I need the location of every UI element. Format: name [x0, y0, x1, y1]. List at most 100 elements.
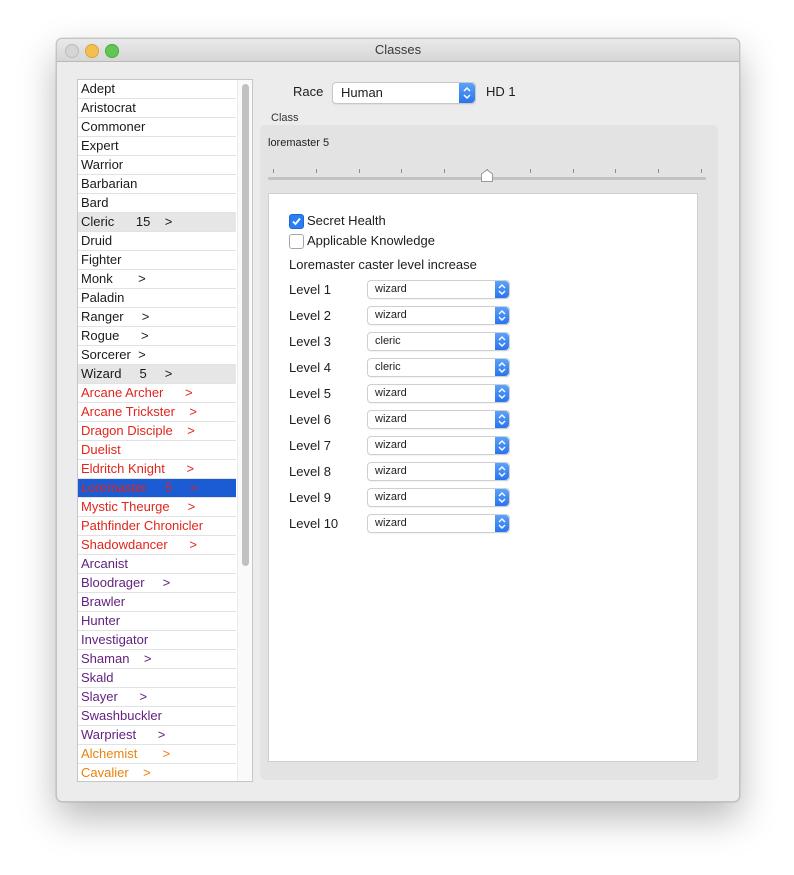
window-title: Classes	[374, 42, 422, 57]
class-list-item[interactable]: Monk >	[78, 270, 236, 289]
level-class-select[interactable]: wizard	[367, 280, 510, 299]
class-list-item[interactable]: Hunter	[78, 612, 236, 631]
level-label: Level 7	[289, 438, 331, 453]
level-class-select[interactable]: wizard	[367, 488, 510, 507]
class-list-item[interactable]: Arcanist	[78, 555, 236, 574]
level-class-select-value: wizard	[375, 387, 407, 399]
slider-tick	[615, 169, 617, 173]
level-class-select[interactable]: cleric	[367, 358, 510, 377]
level-class-select-value: wizard	[375, 309, 407, 321]
class-list-item[interactable]: Shaman >	[78, 650, 236, 669]
level-label: Level 9	[289, 490, 331, 505]
class-options-panel: Secret Health Applicable Knowledge Lorema…	[268, 193, 698, 762]
updown-chevron-icon	[495, 333, 509, 350]
class-list-item[interactable]: Arcane Archer >	[78, 384, 236, 403]
level-class-select-value: wizard	[375, 517, 407, 529]
level-label: Level 6	[289, 412, 331, 427]
updown-chevron-icon	[495, 515, 509, 532]
class-list-item[interactable]: Fighter	[78, 251, 236, 270]
class-list-item[interactable]: Paladin	[78, 289, 236, 308]
level-class-select-value: wizard	[375, 283, 407, 295]
updown-chevron-icon	[459, 83, 475, 103]
checkbox-label[interactable]: Secret Health	[307, 213, 386, 228]
class-list-item[interactable]: Pathfinder Chronicler	[78, 517, 236, 536]
class-list-item[interactable]: Expert	[78, 137, 236, 156]
checkbox-unchecked[interactable]	[289, 234, 304, 249]
class-list-item[interactable]: Wizard 5 >	[78, 365, 236, 384]
caster-level-title: Loremaster caster level increase	[289, 257, 477, 272]
class-list-item[interactable]: Dragon Disciple >	[78, 422, 236, 441]
hit-dice-label: HD 1	[486, 84, 516, 99]
class-list-item[interactable]: Slayer >	[78, 688, 236, 707]
class-list-item[interactable]: Commoner	[78, 118, 236, 137]
level-class-select-value: cleric	[375, 335, 401, 347]
title-bar[interactable]: Classes	[57, 39, 739, 62]
level-class-select[interactable]: wizard	[367, 514, 510, 533]
updown-chevron-icon	[495, 281, 509, 298]
class-list-item[interactable]: Swashbuckler	[78, 707, 236, 726]
class-group-box: loremaster 5 Secret Health Applicable Kno…	[260, 125, 718, 780]
class-list-item[interactable]: Mystic Theurge >	[78, 498, 236, 517]
level-label: Level 1	[289, 282, 331, 297]
updown-chevron-icon	[495, 437, 509, 454]
updown-chevron-icon	[495, 463, 509, 480]
level-label: Level 10	[289, 516, 339, 531]
scrollbar-thumb[interactable]	[242, 84, 249, 566]
race-select-value: Human	[341, 85, 383, 100]
class-list-item[interactable]: Barbarian	[78, 175, 236, 194]
updown-chevron-icon	[495, 307, 509, 324]
classes-window: Classes Adept Aristocrat Commoner Expert War…	[56, 38, 740, 802]
level-class-select[interactable]: wizard	[367, 462, 510, 481]
class-list-item[interactable]: Arcane Trickster >	[78, 403, 236, 422]
race-select[interactable]: Human	[332, 82, 476, 104]
updown-chevron-icon	[495, 411, 509, 428]
class-list-item[interactable]: Warrior	[78, 156, 236, 175]
class-list-item[interactable]: Shadowdancer >	[78, 536, 236, 555]
class-list-item[interactable]: Bloodrager >	[78, 574, 236, 593]
class-list-item[interactable]: Adept	[78, 80, 236, 99]
level-class-select[interactable]: wizard	[367, 436, 510, 455]
slider-tick	[701, 169, 702, 173]
class-list-item[interactable]: Skald	[78, 669, 236, 688]
class-list-item[interactable]: Warpriest >	[78, 726, 236, 745]
class-list-item[interactable]: Investigator	[78, 631, 236, 650]
slider-tick	[358, 169, 360, 173]
level-label: Level 2	[289, 308, 331, 323]
level-class-select-value: cleric	[375, 361, 401, 373]
slider-knob[interactable]	[480, 169, 494, 183]
checkbox-checked[interactable]	[289, 214, 304, 229]
level-class-select-value: wizard	[375, 439, 407, 451]
slider-tick	[315, 169, 317, 173]
level-class-select[interactable]: wizard	[367, 410, 510, 429]
class-list-item[interactable]: Aristocrat	[78, 99, 236, 118]
class-list-item[interactable]: Rogue >	[78, 327, 236, 346]
class-list-item[interactable]: Sorcerer >	[78, 346, 236, 365]
checkbox-label[interactable]: Applicable Knowledge	[307, 233, 435, 248]
class-list-item[interactable]: Cavalier >	[78, 764, 236, 781]
level-label: Level 5	[289, 386, 331, 401]
level-class-select[interactable]: wizard	[367, 384, 510, 403]
level-label: Level 3	[289, 334, 331, 349]
updown-chevron-icon	[495, 489, 509, 506]
class-list-item[interactable]: Brawler	[78, 593, 236, 612]
level-class-select[interactable]: wizard	[367, 306, 510, 325]
slider-tick	[658, 169, 660, 173]
class-list-item[interactable]: Loremaster 5 >	[78, 479, 236, 498]
class-list-rows: Adept Aristocrat Commoner Expert Warrior Barb…	[78, 80, 236, 781]
class-list[interactable]: Adept Aristocrat Commoner Expert Warrior Barb…	[77, 79, 253, 782]
class-list-item[interactable]: Cleric 15 >	[78, 213, 236, 232]
checkmark-icon	[292, 217, 301, 226]
level-class-select-value: wizard	[375, 491, 407, 503]
class-list-item[interactable]: Ranger >	[78, 308, 236, 327]
slider-tick	[572, 169, 574, 173]
slider-tick	[273, 169, 274, 173]
class-list-scrollbar[interactable]	[237, 80, 252, 781]
class-list-item[interactable]: Druid	[78, 232, 236, 251]
class-list-item[interactable]: Alchemist >	[78, 745, 236, 764]
level-label: Level 4	[289, 360, 331, 375]
level-class-select[interactable]: cleric	[367, 332, 510, 351]
class-list-item[interactable]: Duelist	[78, 441, 236, 460]
class-list-item[interactable]: Bard	[78, 194, 236, 213]
level-class-select-value: wizard	[375, 413, 407, 425]
class-list-item[interactable]: Eldritch Knight >	[78, 460, 236, 479]
